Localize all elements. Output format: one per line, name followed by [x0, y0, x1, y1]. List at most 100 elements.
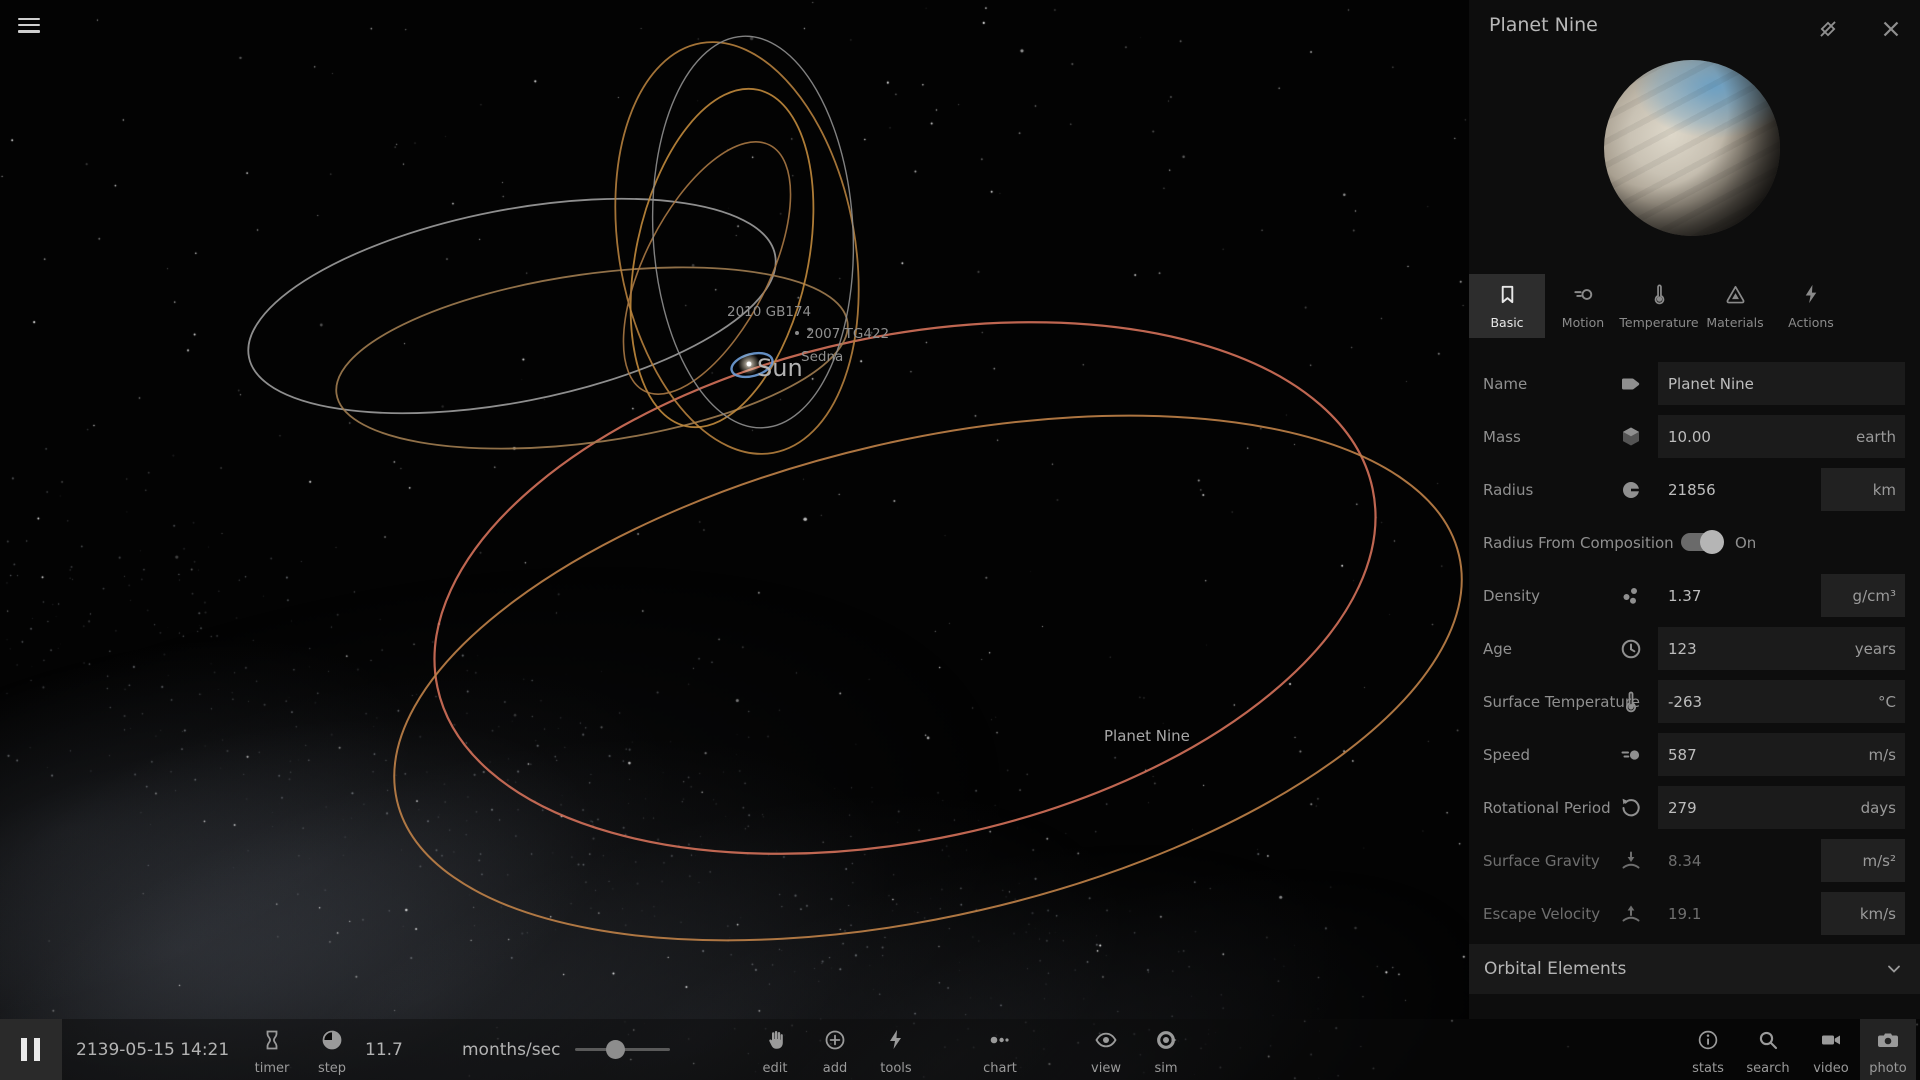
surface-gravity-input[interactable]: 8.34 m/s² [1658, 839, 1905, 882]
row-density: Density 1.37 g/cm³ [1469, 569, 1920, 622]
add-button[interactable]: add [807, 1019, 863, 1080]
radius-value: 21856 [1668, 481, 1716, 499]
body-marker[interactable] [795, 331, 799, 335]
plus-circle-icon [823, 1028, 847, 1052]
tag-icon [1619, 372, 1643, 396]
escape-velocity-icon [1619, 902, 1643, 926]
tools-button[interactable]: tools [868, 1019, 924, 1080]
menu-icon[interactable] [14, 14, 44, 38]
timer-button[interactable]: timer [244, 1019, 300, 1080]
radius-input[interactable]: 21856 km [1658, 468, 1905, 511]
planet-preview[interactable] [1604, 60, 1780, 236]
step-button[interactable]: step [304, 1019, 360, 1080]
bookmark-icon [1496, 283, 1519, 310]
surface-temperature-unit: °C [1878, 693, 1896, 711]
rotational-period-unit: days [1861, 799, 1896, 817]
pause-button[interactable] [0, 1019, 62, 1080]
age-input[interactable]: 123 years [1658, 627, 1905, 670]
search-button[interactable]: search [1740, 1019, 1796, 1080]
surface-temperature-input[interactable]: -263 °C [1658, 680, 1905, 723]
tab-actions[interactable]: Actions [1773, 274, 1849, 338]
slider-handle[interactable] [606, 1040, 625, 1059]
surface-gravity-label: Surface Gravity [1483, 852, 1600, 870]
stats-button[interactable]: stats [1680, 1019, 1736, 1080]
panel-title: Planet Nine [1489, 14, 1598, 36]
body-label[interactable]: 2007 TG422 [806, 326, 889, 342]
molecule-icon [1619, 584, 1643, 608]
surface-gravity-unit-select[interactable]: m/s² [1821, 839, 1905, 882]
radius-label: Radius [1483, 481, 1533, 499]
view-button[interactable]: view [1078, 1019, 1134, 1080]
escape-velocity-label: Escape Velocity [1483, 905, 1600, 923]
row-radius-from-composition: Radius From Composition On [1469, 516, 1920, 569]
photo-button[interactable]: photo [1860, 1019, 1916, 1080]
age-unit: years [1855, 640, 1896, 658]
escape-velocity-input[interactable]: 19.1 km/s [1658, 892, 1905, 935]
time-speed-value[interactable]: 11.7 [365, 1040, 425, 1060]
time-speed-slider[interactable] [575, 1019, 670, 1080]
edit-button[interactable]: edit [747, 1019, 803, 1080]
surface-temperature-value: -263 [1668, 693, 1702, 711]
toggle-knob [1700, 530, 1724, 554]
time-speed-unit[interactable]: months/sec [462, 1040, 560, 1060]
properties-panel: Planet Nine Basic Motion Temperature Mat… [1469, 0, 1920, 1019]
orbit-path [602, 72, 842, 444]
thermometer-icon [1648, 283, 1671, 310]
mass-input[interactable]: 10.00 earth [1658, 415, 1905, 458]
row-age: Age 123 years [1469, 622, 1920, 675]
body-label[interactable]: Sun [757, 354, 803, 382]
tab-materials[interactable]: Materials [1697, 274, 1773, 338]
orbital-elements-section[interactable]: Orbital Elements [1469, 944, 1920, 994]
density-label: Density [1483, 587, 1540, 605]
row-rotational-period: Rotational Period 279 days [1469, 781, 1920, 834]
escape-velocity-unit-select[interactable]: km/s [1821, 892, 1905, 935]
rotational-period-input[interactable]: 279 days [1658, 786, 1905, 829]
radius-unit-select[interactable]: km [1821, 468, 1905, 511]
rotation-icon [1619, 796, 1643, 820]
name-input[interactable]: Planet Nine [1658, 362, 1905, 405]
property-rows: Name Planet Nine Mass 10.00 earth Radius [1469, 357, 1920, 940]
sim-datetime[interactable]: 2139-05-15 14:21 [76, 1040, 229, 1060]
tab-basic[interactable]: Basic [1469, 274, 1545, 338]
panel-tabs: Basic Motion Temperature Materials Actio… [1469, 274, 1920, 338]
density-value: 1.37 [1668, 587, 1701, 605]
age-label: Age [1483, 640, 1512, 658]
body-label[interactable]: 2010 GB174 [727, 304, 811, 320]
tab-motion[interactable]: Motion [1545, 274, 1621, 338]
motion-icon [1572, 283, 1595, 310]
speed-label: Speed [1483, 746, 1530, 764]
body-label[interactable]: Planet Nine [1104, 727, 1190, 745]
body-label[interactable]: Sedna [801, 349, 843, 365]
escape-velocity-value: 19.1 [1668, 905, 1701, 923]
video-camera-icon [1819, 1028, 1843, 1052]
speed-input[interactable]: 587 m/s [1658, 733, 1905, 776]
row-surface-gravity: Surface Gravity 8.34 m/s² [1469, 834, 1920, 887]
radius-unit: km [1873, 481, 1896, 499]
row-surface-temperature: Surface Temperature -263 °C [1469, 675, 1920, 728]
rotational-period-label: Rotational Period [1483, 799, 1611, 817]
toggle-label: Radius From Composition [1483, 534, 1674, 552]
chart-button[interactable]: chart [972, 1019, 1028, 1080]
radius-from-composition-toggle[interactable] [1681, 533, 1721, 551]
close-icon[interactable] [1878, 16, 1904, 42]
mass-unit: earth [1856, 428, 1896, 446]
step-icon [320, 1028, 344, 1052]
bolt-icon [1800, 283, 1823, 310]
tab-temperature[interactable]: Temperature [1621, 274, 1697, 338]
radius-icon [1619, 478, 1643, 502]
speed-icon [1619, 743, 1643, 767]
sun-body[interactable] [747, 362, 752, 367]
video-button[interactable]: video [1803, 1019, 1859, 1080]
sim-button[interactable]: sim [1138, 1019, 1194, 1080]
speed-value: 587 [1668, 746, 1697, 764]
density-input[interactable]: 1.37 g/cm³ [1658, 574, 1905, 617]
unpin-icon[interactable] [1815, 16, 1841, 42]
orbit-path [231, 161, 794, 452]
materials-icon [1724, 283, 1747, 310]
speed-unit: m/s [1869, 746, 1896, 764]
orbit-path [385, 242, 1425, 934]
mass-label: Mass [1483, 428, 1521, 446]
density-unit: g/cm³ [1853, 587, 1896, 605]
density-unit-select[interactable]: g/cm³ [1821, 574, 1905, 617]
surface-temperature-label: Surface Temperature [1483, 693, 1640, 711]
